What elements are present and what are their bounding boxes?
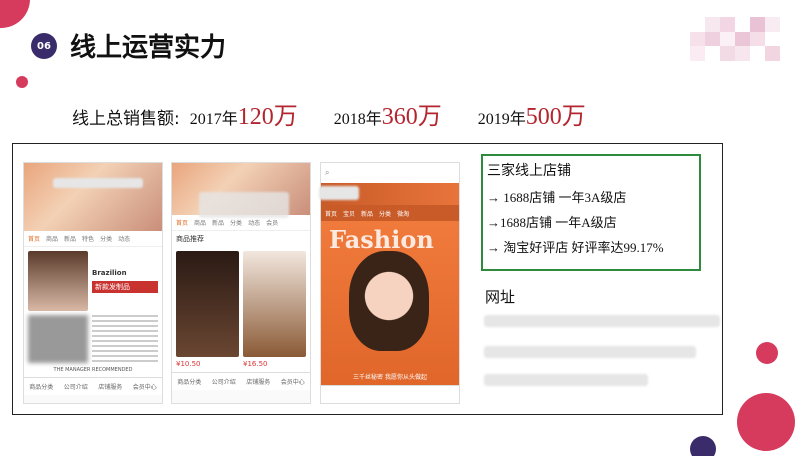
shop-banner [24, 163, 162, 231]
product-price: ¥10.50 [176, 360, 201, 368]
tab-new[interactable]: 新品 [64, 234, 76, 243]
tab-home[interactable]: 首页 [176, 218, 188, 227]
decor-circle-top-left [0, 0, 30, 28]
tab-products[interactable]: 商品 [194, 218, 206, 227]
tab-featured[interactable]: 特色 [82, 234, 94, 243]
product-image[interactable] [243, 251, 306, 357]
shop-bottom-nav: 商品分类 公司介绍 店铺服务 会员中心 [172, 372, 310, 390]
sales-amount: 500万 [525, 104, 586, 130]
blurred-region [199, 192, 289, 218]
blurred-image [28, 314, 88, 363]
nav-member[interactable]: 会员中心 [281, 377, 305, 386]
hero-word: Fashion [329, 225, 434, 254]
shop-bottom-nav: 商品分类 公司介绍 店铺服务 会员中心 [24, 377, 162, 395]
sales-year: 2018年 [333, 111, 382, 128]
sales-label: 线上总销售额: [72, 109, 180, 129]
pixel-mosaic-decoration [690, 17, 780, 61]
tab-new[interactable]: 新品 [361, 209, 373, 218]
hero-caption: 三千丝秘密 我愿你从头做起 [353, 374, 427, 381]
search-bar[interactable]: ⌕ [321, 163, 459, 183]
online-stores-box: 三家线上店铺 → 1688店铺 一年3A级店 →1688店铺 一年A级店 → 淘… [481, 154, 701, 271]
shop-tabs: 首页 宝贝 新品 分类 微淘 [321, 205, 459, 221]
product-grid: ¥10.50 ¥16.50 [172, 247, 310, 372]
sales-summary: 线上总销售额: 2017年 120万 2018年 360万 2019年 500万 [72, 96, 622, 130]
product-image [28, 251, 88, 311]
product-price: ¥16.50 [243, 360, 268, 368]
blurred-url [484, 346, 696, 358]
nav-company[interactable]: 公司介绍 [212, 377, 236, 386]
section-heading: 商品推荐 [172, 231, 310, 247]
section-number-badge: 06 [31, 33, 57, 59]
tab-category[interactable]: 分类 [100, 234, 112, 243]
nav-service[interactable]: 店铺服务 [246, 377, 270, 386]
store-item: → 1688店铺 一年3A级店 [487, 190, 627, 205]
blurred-url [484, 315, 720, 327]
nav-company[interactable]: 公司介绍 [64, 382, 88, 391]
search-icon: ⌕ [325, 168, 330, 177]
tab-weitao[interactable]: 微淘 [397, 209, 409, 218]
tab-news[interactable]: 动态 [118, 234, 130, 243]
tab-member[interactable]: 会员 [266, 218, 278, 227]
decor-dot-left [16, 76, 28, 88]
tab-new[interactable]: 新品 [212, 218, 224, 227]
bottom-toolbar [321, 385, 459, 403]
decor-circle-bottom-purple [690, 436, 716, 456]
hero-image: Fashion 三千丝秘密 我愿你从头做起 [321, 221, 459, 385]
shop-content: Brazilion 新款发制品 THE MANAGER RECOMMENDED [24, 247, 162, 377]
blurred-url [484, 374, 648, 386]
nav-member[interactable]: 会员中心 [133, 382, 157, 391]
nav-categories[interactable]: 商品分类 [177, 377, 201, 386]
tab-category[interactable]: 分类 [379, 209, 391, 218]
nav-service[interactable]: 店铺服务 [98, 382, 122, 391]
product-image[interactable] [176, 251, 239, 357]
tab-items[interactable]: 宝贝 [343, 209, 355, 218]
tab-products[interactable]: 商品 [46, 234, 58, 243]
decor-circle-right-large [737, 393, 795, 451]
stores-heading: 三家线上店铺 [487, 164, 571, 179]
model-portrait [349, 251, 429, 351]
ad-line: 新款发制品 [92, 280, 158, 293]
nav-categories[interactable]: 商品分类 [29, 382, 53, 391]
sales-amount: 120万 [237, 104, 298, 130]
url-label: 网址 [485, 290, 516, 306]
store-item: → 淘宝好评店 好评率达99.17% [487, 240, 664, 255]
tab-home[interactable]: 首页 [325, 209, 337, 218]
sales-year: 2019年 [477, 111, 526, 128]
decor-circle-right-small [756, 342, 778, 364]
tab-category[interactable]: 分类 [230, 218, 242, 227]
tab-home[interactable]: 首页 [28, 234, 40, 243]
shop-tabs: 首页 商品 新品 特色 分类 动态 [24, 231, 162, 247]
store-item: →1688店铺 一年A级店 [487, 215, 617, 230]
sales-year: 2017年 [189, 111, 238, 128]
tab-news[interactable]: 动态 [248, 218, 260, 227]
sales-amount: 360万 [381, 104, 442, 130]
blurred-region [319, 186, 359, 200]
blurred-region [53, 178, 143, 188]
phone-screenshot-1: 首页 商品 新品 特色 分类 动态 Brazilion 新款发制品 THE MA… [23, 162, 163, 404]
page-title: 线上运营实力 [70, 33, 227, 63]
banner-caption: THE MANAGER RECOMMENDED [53, 367, 133, 373]
